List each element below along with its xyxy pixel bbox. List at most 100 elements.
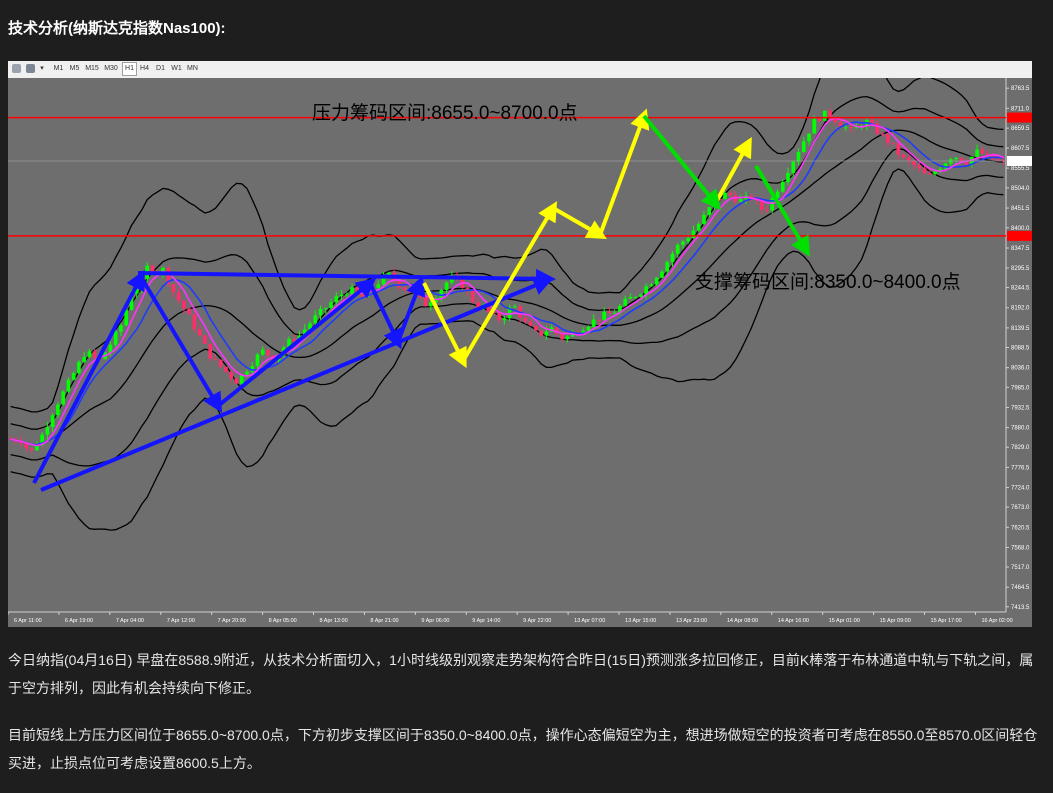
x-tick-label: 9 Apr 14:00 <box>472 618 500 624</box>
y-tick-label: 8347.5 <box>1011 246 1030 252</box>
support-zone-label: 支撑筹码区间:8350.0~8400.0点 <box>695 271 961 293</box>
y-tick-label: 7776.5 <box>1011 465 1030 471</box>
y-tick-label: 8451.5 <box>1011 206 1030 212</box>
x-tick-label: 15 Apr 09:00 <box>880 618 911 624</box>
candle-body <box>670 253 675 263</box>
candle-body <box>234 378 239 384</box>
drawing-tools-icon[interactable] <box>26 64 35 73</box>
price-chart: 8763.5 8711.0 8659.5 8607.5 8555.5 8504.0 8451… <box>8 78 1032 627</box>
candle-body <box>528 321 533 326</box>
candle-body <box>565 336 570 340</box>
dropdown-chevron-icon[interactable]: ▾ <box>38 63 46 75</box>
candle-body <box>780 181 785 192</box>
candle-body <box>344 294 349 296</box>
support-price-tag <box>1007 230 1032 241</box>
chart-settings-icon[interactable] <box>12 64 21 73</box>
candle-body <box>822 110 827 121</box>
candle-body <box>964 162 969 165</box>
candle-body <box>885 134 890 143</box>
candle-body <box>224 366 228 372</box>
candle-body <box>791 161 796 173</box>
candle-body <box>260 349 265 355</box>
candle-body <box>119 325 123 332</box>
candle-body <box>497 312 501 321</box>
candle-body <box>56 404 60 416</box>
candle-body <box>922 168 927 174</box>
timeframe-button-mn[interactable]: MN <box>186 63 199 75</box>
x-tick-label: 9 Apr 22:00 <box>523 618 551 624</box>
y-tick-label: 8400.0 <box>1011 226 1030 232</box>
candle-body <box>513 306 517 308</box>
candle-body <box>896 143 901 155</box>
candle-body <box>323 308 328 310</box>
y-tick-label: 7413.5 <box>1011 605 1030 611</box>
candle-body <box>313 315 318 324</box>
candle-body <box>192 314 197 330</box>
y-tick-label: 8659.5 <box>1011 126 1030 132</box>
candle-body <box>418 293 423 298</box>
candle-body <box>376 284 381 289</box>
candle-body <box>975 149 979 157</box>
timeframe-button-m15[interactable]: M15 <box>84 63 100 75</box>
x-tick-label: 6 Apr 11:00 <box>14 618 42 624</box>
analysis-paragraph-2: 目前短线上方压力区间位于8655.0~8700.0点，下方初步支撑区间于8350… <box>8 727 1038 771</box>
candle-body <box>182 300 186 309</box>
resistance-price-tag <box>1007 112 1032 123</box>
x-tick-label: 13 Apr 07:00 <box>574 618 605 624</box>
candle-body <box>187 308 192 315</box>
candle-body <box>649 284 654 287</box>
y-tick-label: 7880.0 <box>1011 426 1030 432</box>
candle-body <box>628 297 633 299</box>
x-tick-label: 16 Apr 02:00 <box>981 618 1012 624</box>
candle-body <box>402 287 407 290</box>
candle-body <box>807 133 811 142</box>
candle-body <box>407 289 412 293</box>
timeframe-button-d1[interactable]: D1 <box>154 63 167 75</box>
timeframe-button-m30[interactable]: M30 <box>103 63 119 75</box>
candle-body <box>113 331 118 345</box>
candle-body <box>812 118 817 134</box>
timeframe-button-h4[interactable]: H4 <box>138 63 151 75</box>
candle-body <box>266 349 270 356</box>
candle-body <box>229 371 234 379</box>
y-tick-label: 8244.5 <box>1011 286 1030 292</box>
timeframe-button-h1[interactable]: H1 <box>122 62 137 76</box>
timeframe-button-w1[interactable]: W1 <box>170 63 183 75</box>
candle-body <box>339 294 344 297</box>
candle-body <box>901 154 906 158</box>
timeframe-button-m1[interactable]: M1 <box>52 63 65 75</box>
candle-body <box>654 277 659 285</box>
candle-body <box>681 241 685 245</box>
candle-body <box>880 133 885 135</box>
candle-body <box>723 192 727 200</box>
candle-body <box>801 141 806 153</box>
y-tick-label: 7620.5 <box>1011 525 1030 531</box>
candle-body <box>738 199 743 202</box>
x-tick-label: 8 Apr 21:00 <box>370 618 398 624</box>
candle-body <box>539 330 543 336</box>
candle-body <box>444 282 449 290</box>
x-tick-label: 7 Apr 04:00 <box>116 618 144 624</box>
candle-body <box>933 171 937 175</box>
candle-body <box>786 172 790 182</box>
candle-body <box>702 214 706 224</box>
candle-body <box>92 351 97 358</box>
candle-body <box>213 358 218 360</box>
candle-body <box>245 371 249 375</box>
candle-body <box>796 152 801 162</box>
candle-body <box>439 289 444 299</box>
candle-body <box>502 318 507 321</box>
candle-body <box>534 325 538 331</box>
candle-body <box>602 311 607 320</box>
candle-body <box>912 160 916 166</box>
candle-body <box>917 165 922 169</box>
candle-body <box>397 280 402 288</box>
candle-body <box>927 173 932 175</box>
candle-body <box>607 311 612 314</box>
x-tick-label: 8 Apr 13:00 <box>320 618 348 624</box>
candle-body <box>586 326 591 331</box>
candle-body <box>696 223 701 231</box>
timeframe-button-m5[interactable]: M5 <box>68 63 81 75</box>
x-tick-label: 8 Apr 05:00 <box>269 618 297 624</box>
y-tick-label: 8555.5 <box>1011 166 1030 172</box>
